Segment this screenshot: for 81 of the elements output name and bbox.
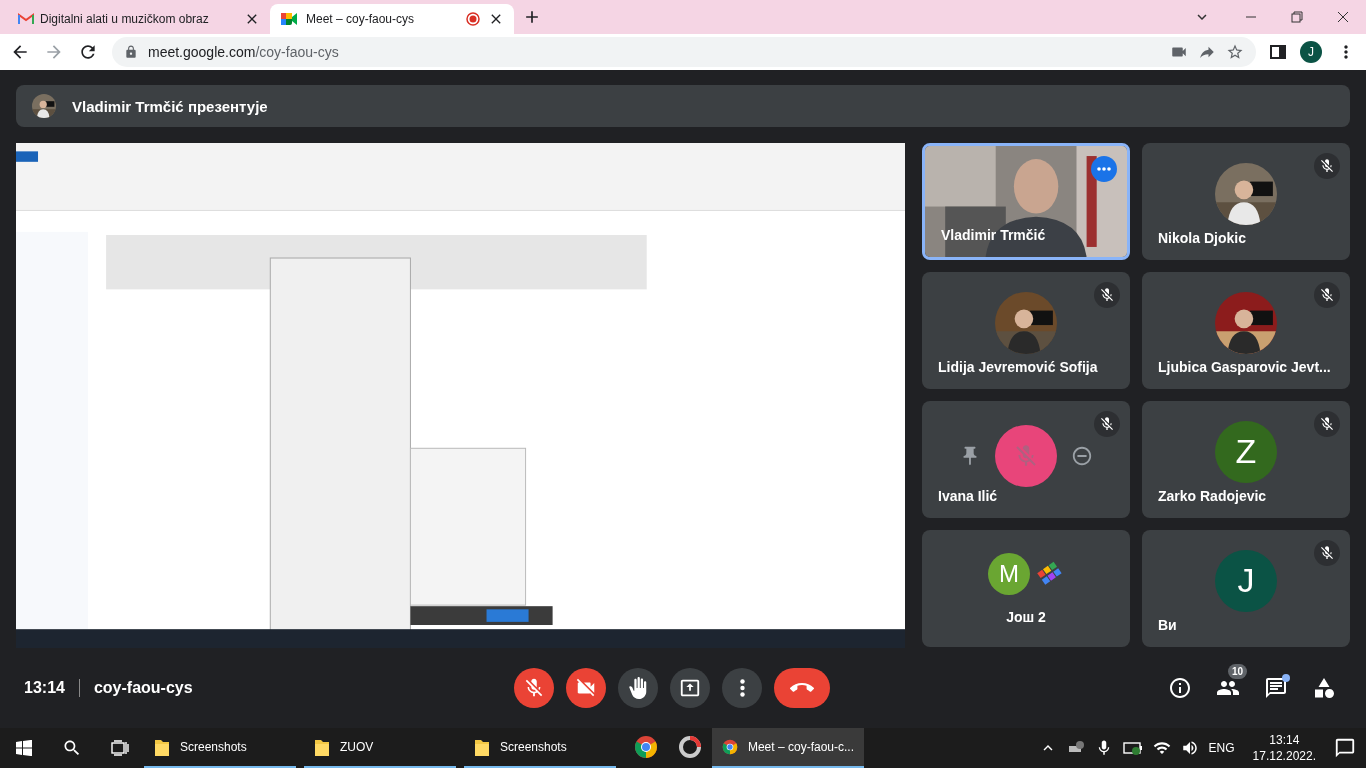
clock[interactable]: 13:14 17.12.2022. bbox=[1252, 732, 1316, 764]
participant-tile[interactable]: Z Zarko Radojevic bbox=[1142, 401, 1350, 518]
volume-icon[interactable] bbox=[1180, 739, 1199, 757]
activities-button[interactable] bbox=[1312, 676, 1336, 700]
participant-name: Ви bbox=[1158, 617, 1177, 633]
shapes-icon bbox=[1312, 676, 1336, 700]
raise-hand-button[interactable] bbox=[618, 668, 658, 708]
presenter-label: Vladimir Trmčić презентује bbox=[72, 97, 268, 115]
close-icon[interactable] bbox=[1337, 11, 1349, 23]
clock-date: 17.12.2022. bbox=[1252, 748, 1316, 764]
participant-name: Lidija Jevremović Sofija bbox=[938, 359, 1098, 375]
windows-icon bbox=[16, 740, 32, 756]
folder-icon bbox=[154, 737, 170, 757]
notifications-icon[interactable] bbox=[1334, 737, 1356, 759]
lock-icon bbox=[124, 45, 138, 59]
profile-avatar[interactable]: J bbox=[1300, 41, 1322, 63]
browser-tab[interactable]: Meet – coy-faou-cys bbox=[270, 4, 514, 34]
participant-tile[interactable]: M Још 2 bbox=[922, 530, 1130, 647]
restore-icon[interactable] bbox=[1291, 11, 1303, 23]
microphone-button[interactable] bbox=[514, 668, 554, 708]
video-camera-icon bbox=[280, 12, 298, 26]
participant-name: Zarko Radojevic bbox=[1158, 488, 1267, 504]
meeting-time: 13:14 bbox=[24, 679, 65, 697]
aperture-icon bbox=[678, 735, 702, 759]
participant-tile[interactable]: Ivana Ilić bbox=[922, 401, 1130, 518]
end-call-button[interactable] bbox=[774, 668, 830, 708]
taskbar-app[interactable]: ZUOV bbox=[304, 728, 456, 768]
participant-name: Ljubica Gasparovic Jevt... bbox=[1158, 359, 1331, 375]
mic-off-icon bbox=[1319, 158, 1335, 174]
star-icon[interactable] bbox=[1226, 43, 1244, 61]
participant-tile[interactable]: Ljubica Gasparovic Jevt... bbox=[1142, 272, 1350, 389]
avatar: M bbox=[988, 552, 1030, 595]
mail-icon bbox=[18, 13, 34, 25]
folder-icon bbox=[474, 737, 490, 757]
mic-off-icon bbox=[1099, 287, 1115, 303]
participant-tile[interactable]: Nikola Djokic bbox=[1142, 143, 1350, 260]
hand-icon bbox=[627, 677, 649, 699]
browser-tab[interactable]: Digitalni alati u muzičkom obraz bbox=[8, 4, 270, 34]
camera-button[interactable] bbox=[566, 668, 606, 708]
more-icon bbox=[1097, 167, 1111, 171]
task-view-icon bbox=[111, 740, 129, 756]
participant-tile[interactable]: Vladimir Trmčić bbox=[922, 143, 1130, 260]
mic-off-icon bbox=[1099, 416, 1115, 432]
chrome-icon bbox=[634, 735, 658, 759]
folder-icon bbox=[314, 737, 330, 757]
participant-name: Nikola Djokic bbox=[1158, 230, 1246, 246]
participant-name: Још 2 bbox=[1006, 608, 1046, 625]
language-indicator[interactable]: ENG bbox=[1208, 741, 1235, 755]
present-screen-icon bbox=[679, 677, 701, 699]
info-icon bbox=[1168, 676, 1192, 700]
mic-off-icon bbox=[1013, 442, 1039, 469]
mic-off-icon bbox=[1319, 416, 1335, 432]
battery-icon[interactable] bbox=[1122, 741, 1143, 755]
info-button[interactable] bbox=[1168, 676, 1192, 700]
chat-icon bbox=[1264, 676, 1288, 700]
remove-icon[interactable] bbox=[1071, 444, 1093, 467]
search-icon bbox=[62, 738, 82, 758]
taskbar-app[interactable]: Meet – coy-faou-c... bbox=[712, 728, 864, 768]
address-bar[interactable]: meet.google.com/coy-faou-cys bbox=[112, 37, 1256, 67]
avatar: J bbox=[1215, 549, 1277, 612]
video-camera-off-icon bbox=[575, 677, 597, 699]
avatar: Z bbox=[1215, 420, 1277, 483]
participant-tile[interactable]: Lidija Jevremović Sofija bbox=[922, 272, 1130, 389]
mic-off-icon bbox=[1319, 287, 1335, 303]
chat-button[interactable] bbox=[1264, 676, 1288, 700]
side-panel-icon[interactable] bbox=[1270, 44, 1286, 60]
clock-time: 13:14 bbox=[1269, 732, 1300, 748]
meeting-code: coy-faou-cys bbox=[93, 679, 193, 697]
participant-name: Ivana Ilić bbox=[938, 488, 998, 504]
taskbar-app[interactable]: Screenshots bbox=[144, 728, 296, 768]
wifi-icon[interactable] bbox=[1152, 739, 1171, 757]
mic-off-icon bbox=[523, 677, 545, 699]
participant-tile[interactable]: J Ви bbox=[1142, 530, 1350, 647]
mic-off-icon bbox=[1319, 545, 1335, 561]
taskbar-app[interactable]: Screenshots bbox=[464, 728, 616, 768]
present-button[interactable] bbox=[670, 668, 710, 708]
more-icon bbox=[739, 679, 745, 697]
participant-name: Vladimir Trmčić bbox=[941, 227, 1046, 243]
participant-count: 10 bbox=[1228, 664, 1248, 679]
reload-icon[interactable] bbox=[78, 42, 98, 62]
more-options-button[interactable] bbox=[722, 668, 762, 708]
